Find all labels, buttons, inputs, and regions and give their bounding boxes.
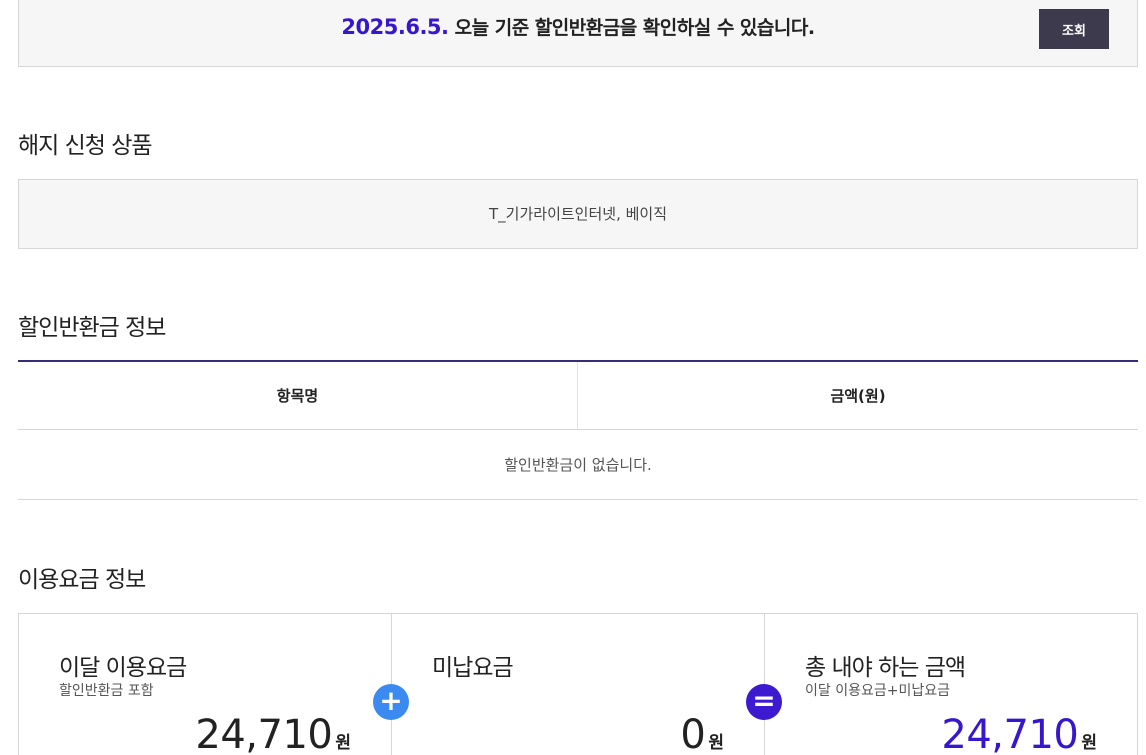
unpaid-fee-card: 미납요금 0원 xyxy=(392,614,765,755)
fee-amount-value: 24,710 xyxy=(195,712,333,755)
refund-table: 항목명 금액(원) 할인반환금이 없습니다. xyxy=(18,360,1138,500)
table-row: 할인반환금이 없습니다. xyxy=(18,429,1138,500)
fee-subtitle: 이달 이용요금+미납요금 xyxy=(805,683,950,699)
table-header-row: 항목명 금액(원) xyxy=(18,361,1138,430)
query-message-text: 오늘 기준 할인반환금을 확인하실 수 있습니다. xyxy=(448,17,815,39)
query-message: 2025.6.5. 오늘 기준 할인반환금을 확인하실 수 있습니다. xyxy=(19,13,1137,40)
fee-amount: 24,710 원 xyxy=(941,712,1097,755)
equals-icon: = xyxy=(746,684,782,720)
query-button[interactable]: 조회 xyxy=(1039,9,1109,49)
fee-amount: 0원 xyxy=(680,712,724,755)
column-header-amount: 금액(원) xyxy=(577,361,1138,430)
fee-amount: 24,710 원 xyxy=(195,712,351,755)
usage-fee-box: 이달 이용요금 할인반환금 포함 24,710 원 미납요금 0원 총 내야 하는… xyxy=(18,613,1138,755)
fee-subtitle: 할인반환금 포함 xyxy=(59,683,154,699)
fee-title: 미납요금 xyxy=(432,655,514,681)
monthly-fee-card: 이달 이용요금 할인반환금 포함 24,710 원 xyxy=(19,614,392,755)
fee-unit: 원 xyxy=(1081,733,1097,753)
usage-section-title: 이용요금 정보 xyxy=(18,567,146,593)
product-section-title: 해지 신청 상품 xyxy=(18,133,153,159)
fee-title: 이달 이용요금 xyxy=(59,655,187,681)
plus-icon: + xyxy=(373,684,409,720)
fee-amount-value: 0 xyxy=(680,712,706,755)
query-bar: 2025.6.5. 오늘 기준 할인반환금을 확인하실 수 있습니다. 조회 xyxy=(18,0,1138,67)
fee-unit: 원 xyxy=(335,733,351,753)
fee-unit: 원 xyxy=(708,733,724,753)
refund-section-title: 할인반환금 정보 xyxy=(18,315,166,341)
fee-amount-value: 24,710 xyxy=(941,712,1079,755)
empty-message: 할인반환금이 없습니다. xyxy=(18,429,1138,500)
total-fee-card: 총 내야 하는 금액 이달 이용요금+미납요금 24,710 원 xyxy=(765,614,1137,755)
fee-title: 총 내야 하는 금액 xyxy=(805,655,966,681)
page: 2025.6.5. 오늘 기준 할인반환금을 확인하실 수 있습니다. 조회 해… xyxy=(0,0,1146,755)
product-name: T_기가라이트인터넷, 베이직 xyxy=(489,205,667,223)
query-date: 2025.6.5. xyxy=(341,15,449,39)
column-header-item: 항목명 xyxy=(18,361,578,430)
product-box: T_기가라이트인터넷, 베이직 xyxy=(18,179,1138,249)
